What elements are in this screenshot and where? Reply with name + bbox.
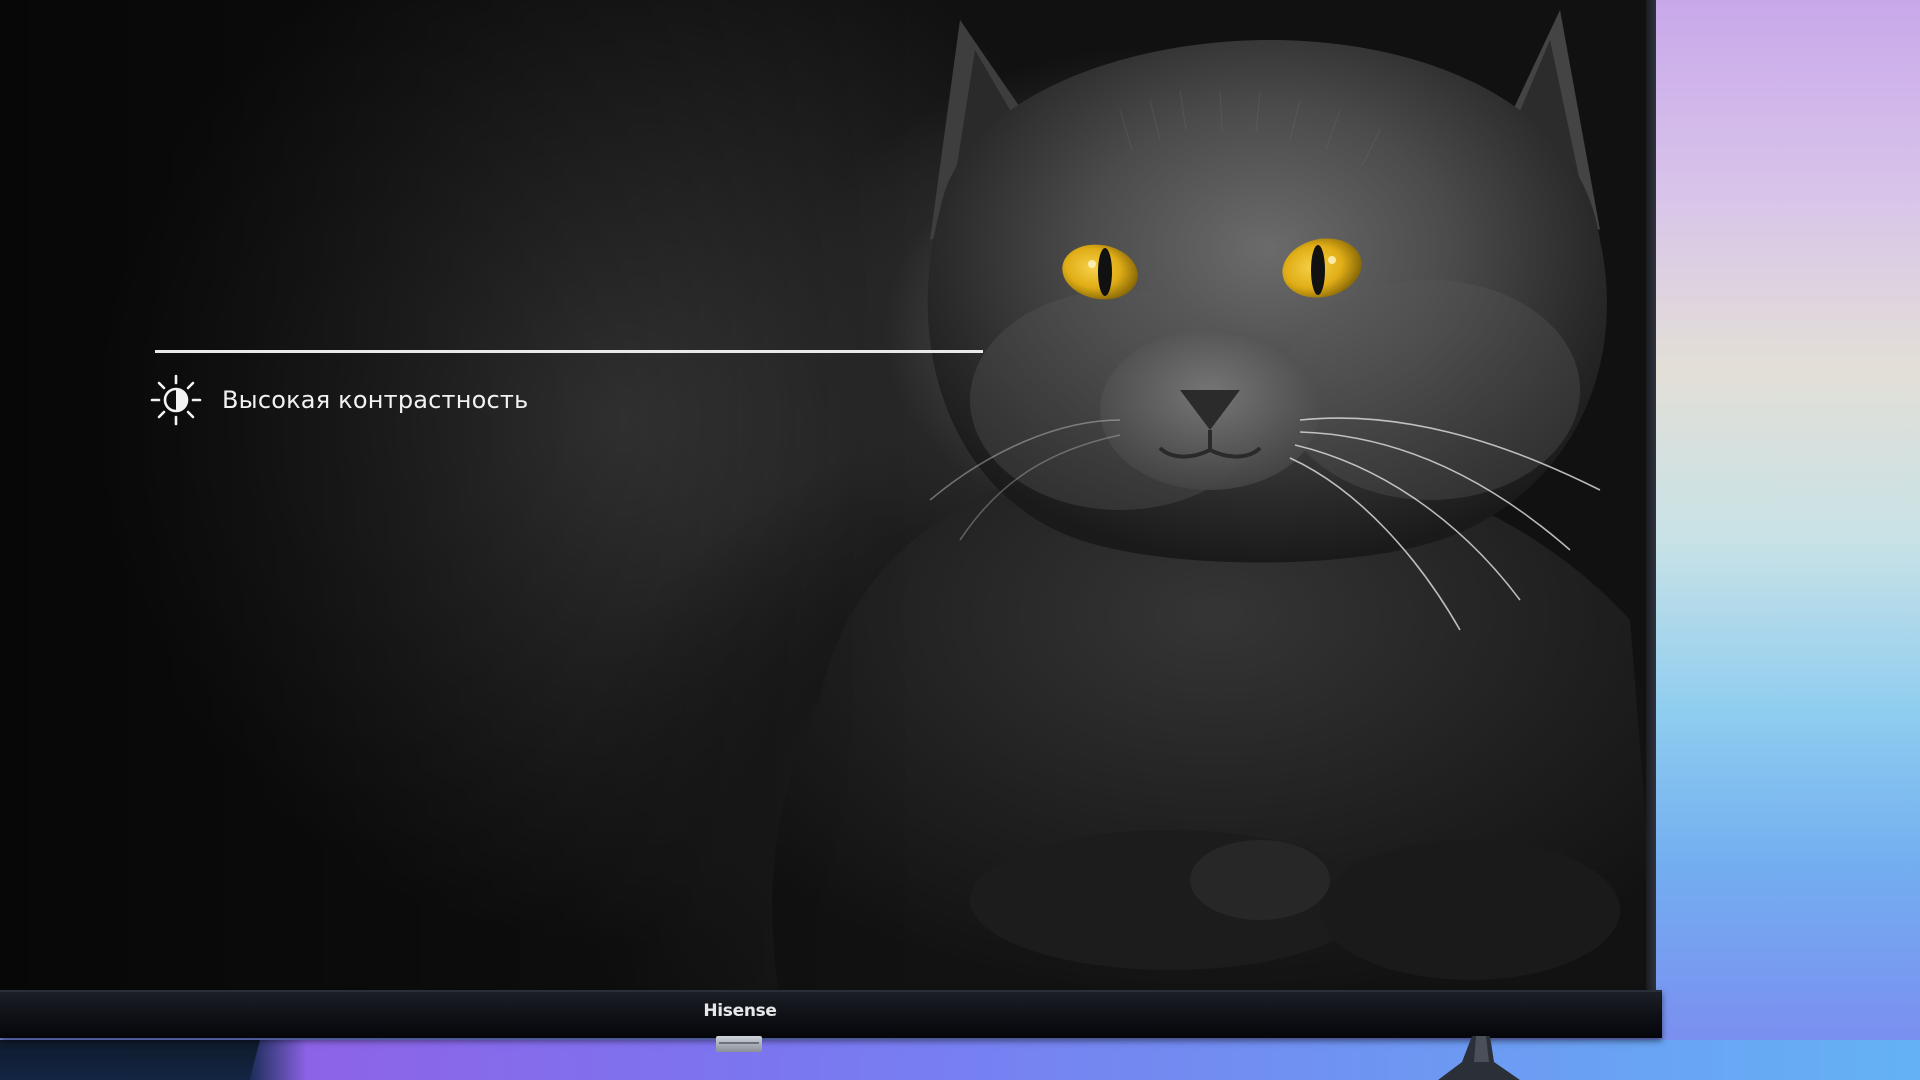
divider-line	[155, 350, 983, 353]
contrast-sun-icon	[150, 374, 202, 426]
floor-strip	[0, 1040, 1920, 1080]
cat-image	[772, 10, 1652, 995]
tv-screen: Высокая контрастность	[0, 0, 1652, 995]
brand-logo: Hisense	[703, 1001, 777, 1021]
tv-bezel-right	[1646, 0, 1656, 995]
feature-label: Высокая контрастность	[222, 386, 529, 414]
product-scene: Высокая контрастность Hisense	[0, 0, 1920, 1080]
floor-shadow	[0, 1040, 260, 1080]
tv-right-foot	[1438, 1036, 1520, 1080]
tv-center-button	[716, 1036, 762, 1052]
feature-badge: Высокая контрастность	[150, 372, 528, 428]
